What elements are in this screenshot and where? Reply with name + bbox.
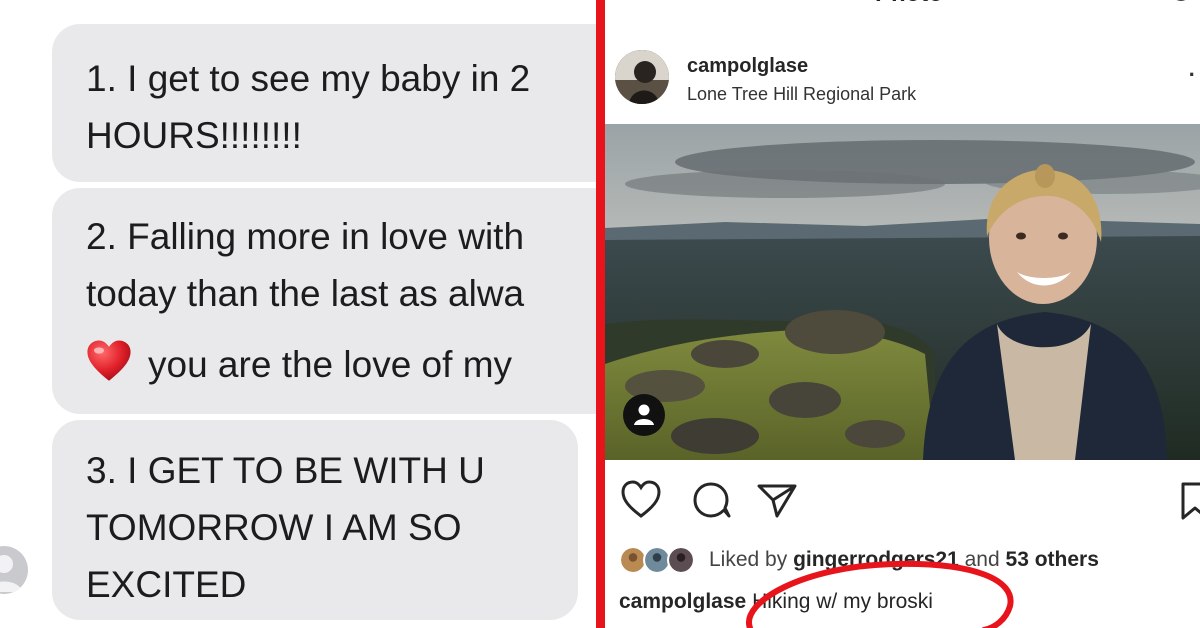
caption-text: Hiking w/ my broski bbox=[752, 590, 933, 613]
more-options-icon[interactable]: · bbox=[1189, 62, 1196, 88]
screen-title: Photo bbox=[875, 0, 943, 8]
red-divider bbox=[596, 0, 605, 628]
sender-avatar bbox=[0, 546, 28, 594]
message-text: HOURS!!!!!!!! bbox=[86, 115, 302, 156]
more-options-icon[interactable] bbox=[1168, 0, 1194, 10]
avatar-photo bbox=[615, 50, 669, 104]
liker-avatar bbox=[667, 546, 695, 574]
instagram-post-screen: Photo campolglase Lone Tree Hill Regiona… bbox=[605, 0, 1200, 628]
liked-by-and: and bbox=[964, 548, 1000, 571]
user-tag-icon[interactable] bbox=[623, 394, 665, 436]
post-author-avatar[interactable] bbox=[615, 50, 669, 104]
share-icon[interactable] bbox=[755, 478, 799, 522]
hiking-photo bbox=[605, 124, 1200, 460]
message-text: 2. Falling more in love with bbox=[86, 216, 525, 257]
message-text: 3. I GET TO BE WITH U bbox=[86, 450, 485, 491]
bookmark-icon[interactable] bbox=[1177, 478, 1200, 522]
heart-emoji-icon bbox=[87, 340, 131, 381]
heart-icon[interactable] bbox=[619, 478, 663, 522]
message-text: you are the love of my bbox=[148, 344, 513, 385]
back-chevron-icon[interactable] bbox=[621, 0, 641, 10]
post-username[interactable]: campolglase bbox=[687, 55, 808, 78]
post-actions bbox=[605, 478, 1200, 528]
message-text: TOMORROW I AM SO bbox=[86, 507, 462, 548]
message-text: 1. I get to see my baby in 2 bbox=[86, 58, 531, 99]
message-bubble: 3. I GET TO BE WITH U TOMORROW I AM SO E… bbox=[52, 420, 578, 620]
post-photo[interactable] bbox=[605, 124, 1200, 460]
top-bar: Photo bbox=[605, 0, 1200, 12]
post-caption: campolglase Hiking w/ my broski bbox=[619, 590, 933, 614]
message-text: today than the last as alwa bbox=[86, 273, 525, 314]
message-bubble: 1. I get to see my baby in 2 HOURS!!!!!!… bbox=[52, 24, 596, 182]
comment-icon[interactable] bbox=[691, 478, 733, 522]
liked-by-user-link[interactable]: gingerrodgers21 bbox=[793, 548, 959, 571]
message-text: EXCITED bbox=[86, 564, 247, 605]
text-message-thread: 1. I get to see my baby in 2 HOURS!!!!!!… bbox=[0, 0, 596, 628]
liked-by-prefix: Liked by bbox=[709, 548, 788, 571]
person-icon bbox=[0, 555, 22, 592]
caption-username[interactable]: campolglase bbox=[619, 590, 746, 613]
post-location[interactable]: Lone Tree Hill Regional Park bbox=[687, 84, 916, 105]
liked-by-others-link[interactable]: 53 others bbox=[1006, 548, 1099, 571]
message-bubble: 2. Falling more in love with today than … bbox=[52, 188, 596, 414]
likes-summary[interactable]: Liked by gingerrodgers21 and 53 others bbox=[619, 544, 1199, 578]
liked-by-text: Liked by gingerrodgers21 and 53 others bbox=[709, 548, 1099, 572]
